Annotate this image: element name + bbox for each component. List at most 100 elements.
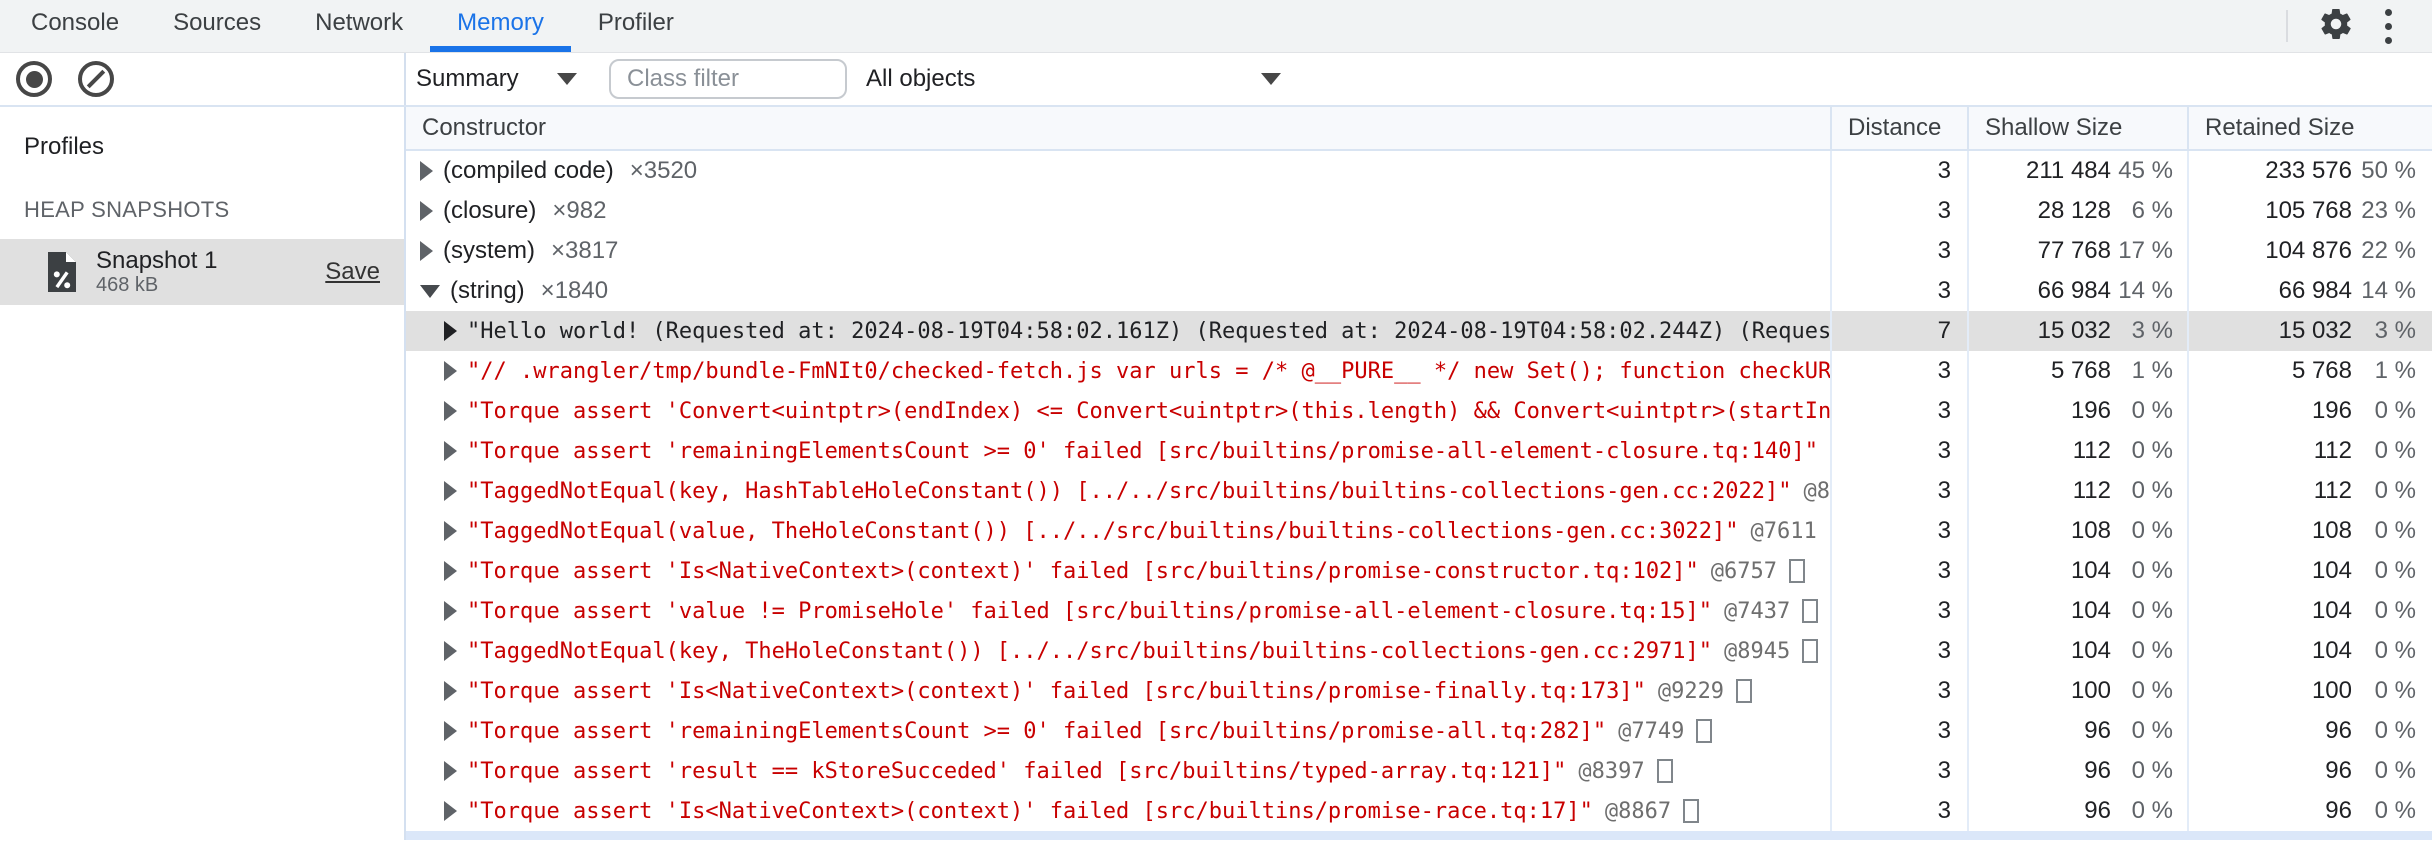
table-row[interactable]: "Torque assert 'remainingElementsCount >…: [406, 711, 2432, 751]
table-row[interactable]: "TaggedNotEqual(key, TheHoleConstant()) …: [406, 631, 2432, 671]
retained-size-value: 233 576: [2265, 157, 2352, 184]
retained-size-cell: 5 768 1 %: [2187, 351, 2432, 391]
view-toolbar: Summary All objects: [406, 53, 2432, 105]
table-row[interactable]: (compiled code) ×3520 3 211 484 45 % 233 576 5…: [406, 151, 2432, 191]
shallow-size-percent: 0 %: [2131, 757, 2173, 784]
constructor-cell: "// .wrangler/tmp/bundle-FmNIt0/checked-…: [406, 351, 1830, 391]
profiles-toolbar: [0, 53, 406, 105]
distance-cell: 3: [1830, 391, 1967, 431]
string-value: "TaggedNotEqual(key, TheHoleConstant()) …: [467, 638, 1713, 664]
triangle-down-icon[interactable]: [420, 284, 440, 298]
constructor-cell: "Torque assert 'Is<NativeContext>(contex…: [406, 551, 1830, 591]
heap-snapshots-section-label: HEAP SNAPSHOTS: [24, 197, 230, 222]
retained-size-cell: 112 0 %: [2187, 471, 2432, 511]
table-row[interactable]: "// .wrangler/tmp/bundle-FmNIt0/checked-…: [406, 351, 2432, 391]
table-row[interactable]: (system) ×3817 3 77 768 17 % 104 876 22 %: [406, 231, 2432, 271]
distance-cell: 3: [1830, 431, 1967, 471]
sidebar-item-snapshot-1[interactable]: Snapshot 1 468 kB Save: [0, 239, 404, 305]
triangle-right-icon[interactable]: [444, 641, 457, 661]
shallow-size-cell: 96 0 %: [1967, 711, 2187, 751]
triangle-right-icon[interactable]: [444, 441, 457, 461]
triangle-right-icon[interactable]: [444, 561, 457, 581]
tab-network[interactable]: Network: [288, 0, 430, 52]
string-value: "Torque assert 'Is<NativeContext>(contex…: [467, 558, 1699, 584]
table-row[interactable]: "TaggedNotEqual(value, TheHoleConstant()…: [406, 511, 2432, 551]
clear-profiles-button[interactable]: [78, 61, 114, 97]
retained-size-value: 66 984: [2278, 277, 2352, 304]
missing-glyph-icon: [1683, 799, 1700, 823]
column-header-shallow-size[interactable]: Shallow Size: [1967, 107, 2187, 149]
table-row[interactable]: "Torque assert 'result == kStoreSucceded…: [406, 751, 2432, 791]
column-header-constructor[interactable]: Constructor: [406, 107, 1830, 149]
retained-size-value: 15 032: [2278, 317, 2352, 344]
retained-size-cell: 100 0 %: [2187, 671, 2432, 711]
record-heap-snapshot-button[interactable]: [16, 61, 52, 97]
triangle-right-icon[interactable]: [444, 361, 457, 381]
settings-button[interactable]: [2310, 0, 2362, 52]
perspective-select[interactable]: Summary: [416, 65, 581, 93]
triangle-right-icon[interactable]: [444, 321, 457, 341]
memory-panel-toolbar: Summary All objects: [0, 53, 2432, 107]
table-row[interactable]: "Torque assert 'Convert<uintptr>(endInde…: [406, 391, 2432, 431]
column-header-retained-size[interactable]: Retained Size: [2187, 107, 2432, 149]
object-id: @8945: [1724, 638, 1791, 664]
triangle-right-icon[interactable]: [444, 521, 457, 541]
object-id: @6757: [1710, 558, 1778, 584]
triangle-right-icon[interactable]: [420, 201, 433, 221]
table-row[interactable]: (string) ×1840 3 66 984 14 % 66 984 14 %: [406, 271, 2432, 311]
triangle-right-icon[interactable]: [444, 761, 457, 781]
triangle-right-icon[interactable]: [444, 601, 457, 621]
tab-sources[interactable]: Sources: [146, 0, 288, 52]
shallow-size-value: 104: [2070, 637, 2111, 664]
shallow-size-value: 108: [2070, 517, 2111, 544]
tab-memory[interactable]: Memory: [430, 0, 571, 52]
triangle-right-icon[interactable]: [444, 721, 457, 741]
shallow-size-value: 66 984: [2037, 277, 2111, 304]
triangle-right-icon[interactable]: [444, 681, 457, 701]
table-row[interactable]: "Torque assert 'Is<NativeContext>(contex…: [406, 791, 2432, 831]
retained-size-cell: 104 0 %: [2187, 551, 2432, 591]
tab-profiler[interactable]: Profiler: [571, 0, 701, 52]
more-options-button[interactable]: [2362, 0, 2414, 52]
kebab-menu-icon: [2384, 8, 2392, 44]
object-scope-select-label: All objects: [866, 65, 976, 92]
save-snapshot-link[interactable]: Save: [325, 258, 380, 286]
column-header-distance[interactable]: Distance: [1830, 107, 1967, 149]
table-row[interactable]: "Torque assert 'remainingElementsCount >…: [406, 431, 2432, 471]
heap-snapshot-doc-icon: [44, 250, 80, 294]
object-scope-select[interactable]: All objects: [866, 65, 1281, 93]
table-row[interactable]: "Torque assert 'Is<NativeContext>(contex…: [406, 551, 2432, 591]
triangle-right-icon[interactable]: [420, 241, 433, 261]
triangle-right-icon[interactable]: [444, 801, 457, 821]
distance-cell: 7: [1830, 311, 1967, 351]
retained-size-cell: 112 0 %: [2187, 431, 2432, 471]
triangle-right-icon[interactable]: [444, 401, 457, 421]
constructor-name: (closure): [443, 197, 537, 224]
shallow-size-cell: 104 0 %: [1967, 591, 2187, 631]
toolbar-divider: [2286, 10, 2288, 42]
retained-size-cell: 15 032 3 %: [2187, 311, 2432, 351]
shallow-size-value: 112: [2072, 477, 2111, 504]
table-row[interactable]: "Torque assert 'Is<NativeContext>(contex…: [406, 671, 2432, 711]
triangle-right-icon[interactable]: [444, 481, 457, 501]
shallow-size-value: 28 128: [2037, 197, 2111, 224]
shallow-size-percent: 0 %: [2131, 477, 2173, 504]
retained-size-cell: 233 576 50 %: [2187, 151, 2432, 191]
table-row[interactable]: "Hello world! (Requested at: 2024-08-19T…: [406, 311, 2432, 351]
retained-size-percent: 0 %: [2374, 517, 2416, 544]
triangle-right-icon[interactable]: [420, 161, 433, 181]
panel-content: Profiles HEAP SNAPSHOTS Snapshot 1 468 k…: [0, 107, 2432, 840]
class-filter-input[interactable]: [609, 59, 847, 99]
tab-console[interactable]: Console: [4, 0, 146, 52]
table-row[interactable]: (closure) ×982 3 28 128 6 % 105 768 23 %: [406, 191, 2432, 231]
table-row[interactable]: "TaggedNotEqual(key, HashTableHoleConsta…: [406, 471, 2432, 511]
constructor-cell: (closure) ×982: [406, 191, 1830, 231]
retained-size-percent: 0 %: [2374, 797, 2416, 824]
shallow-size-percent: 0 %: [2131, 517, 2173, 544]
profiles-sidebar: Profiles HEAP SNAPSHOTS Snapshot 1 468 k…: [0, 107, 406, 840]
constructor-cell: "Torque assert 'remainingElementsCount >…: [406, 711, 1830, 751]
shallow-size-cell: 196 0 %: [1967, 391, 2187, 431]
distance-cell: 3: [1830, 551, 1967, 591]
shallow-size-percent: 0 %: [2131, 797, 2173, 824]
table-row[interactable]: "Torque assert 'value != PromiseHole' fa…: [406, 591, 2432, 631]
